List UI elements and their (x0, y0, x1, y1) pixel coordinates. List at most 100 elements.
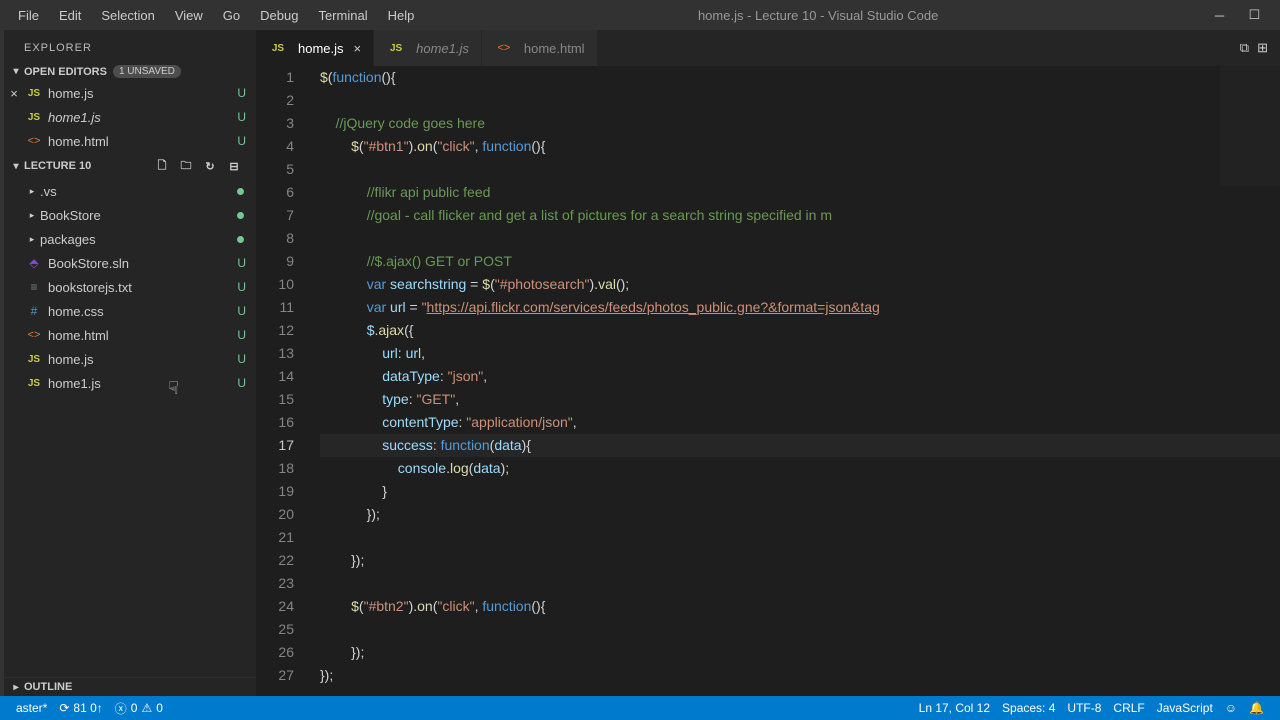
open-editor-item[interactable]: × JS home.js U (4, 81, 256, 105)
file-item[interactable]: ⬘ BookStore.slnU (4, 251, 256, 275)
status-badge: U (237, 134, 246, 148)
outline-header[interactable]: ▸ OUTLINE (4, 677, 256, 696)
errors-count[interactable]: ⓧ 0 ⚠ 0 (109, 700, 169, 717)
status-badge: U (237, 86, 246, 100)
project-label: LECTURE 10 (24, 160, 91, 172)
file-label: home1.js (48, 110, 256, 125)
html-icon: <> (24, 329, 44, 341)
window-title: home.js - Lecture 10 - Visual Studio Cod… (424, 8, 1212, 23)
folder-label: BookStore (40, 208, 256, 223)
file-item[interactable]: <>home.htmlU (4, 323, 256, 347)
menu-view[interactable]: View (165, 0, 213, 30)
menu-go[interactable]: Go (213, 0, 250, 30)
project-header[interactable]: ▾ LECTURE 10 🗋 🗀 ↻ ⊟ (4, 153, 256, 179)
html-icon: <> (494, 42, 514, 54)
file-label: home.css (48, 304, 256, 319)
sidebar: EXPLORER ▾ OPEN EDITORS 1 UNSAVED × JS h… (4, 30, 256, 696)
js-icon: JS (24, 378, 44, 389)
statusbar: aster* ⟳ 81 0↑ ⓧ 0 ⚠ 0 Ln 17, Col 12 Spa… (0, 696, 1280, 720)
chevron-right-icon: ▸ (24, 234, 40, 245)
js-icon: JS (386, 43, 406, 54)
language-mode[interactable]: JavaScript (1151, 701, 1219, 715)
file-label: BookStore.sln (48, 256, 256, 271)
html-icon: <> (24, 135, 44, 147)
encoding[interactable]: UTF-8 (1061, 701, 1107, 715)
css-icon: # (24, 304, 44, 318)
status-badge: U (237, 110, 246, 124)
js-icon: JS (24, 354, 44, 365)
open-editors-header[interactable]: ▾ OPEN EDITORS 1 UNSAVED (4, 62, 256, 81)
status-badge: U (237, 328, 246, 342)
feedback-icon[interactable]: ☺ (1219, 701, 1243, 715)
tab-label: home.js (298, 41, 344, 56)
file-label: home.js (48, 86, 256, 101)
file-item[interactable]: ≡bookstorejs.txtU (4, 275, 256, 299)
sync-status[interactable]: ⟳ 81 0↑ (53, 701, 108, 715)
code-content[interactable]: $(function(){ //jQuery code goes here $(… (312, 66, 1280, 696)
chevron-right-icon: ▸ (24, 210, 40, 221)
open-editor-item[interactable]: JS home1.js U (4, 105, 256, 129)
git-dot-icon (237, 188, 244, 195)
open-editor-item[interactable]: <> home.html U (4, 129, 256, 153)
chevron-down-icon: ▾ (8, 66, 24, 77)
js-icon: JS (268, 43, 288, 54)
menu-selection[interactable]: Selection (91, 0, 164, 30)
new-file-icon[interactable]: 🗋 (152, 156, 172, 176)
tab-bar: JS home.js × JS home1.js <> home.html ⧉ … (256, 30, 1280, 66)
folder-item[interactable]: ▸.vs (4, 179, 256, 203)
file-item[interactable]: JS home1.jsU (4, 371, 256, 395)
more-icon[interactable]: ⊞ (1257, 40, 1268, 56)
sidebar-title: EXPLORER (4, 30, 256, 62)
tab-home-html[interactable]: <> home.html (482, 30, 598, 66)
git-dot-icon (237, 236, 244, 243)
collapse-icon[interactable]: ⊟ (224, 156, 244, 176)
tab-label: home.html (524, 41, 585, 56)
status-badge: U (237, 376, 246, 390)
minimap[interactable] (1220, 66, 1280, 186)
minimize-icon[interactable]: ─ (1212, 8, 1227, 23)
close-icon[interactable]: × (6, 86, 22, 101)
git-dot-icon (237, 212, 244, 219)
file-item[interactable]: JS home.jsU (4, 347, 256, 371)
file-label: home.html (48, 134, 256, 149)
git-branch[interactable]: aster* (10, 701, 53, 715)
tab-home-js[interactable]: JS home.js × (256, 30, 374, 66)
menu-edit[interactable]: Edit (49, 0, 91, 30)
file-item[interactable]: #home.cssU (4, 299, 256, 323)
folder-label: .vs (40, 184, 256, 199)
split-editor-icon[interactable]: ⧉ (1240, 40, 1249, 56)
chevron-down-icon: ▾ (8, 161, 24, 172)
file-label: bookstorejs.txt (48, 280, 256, 295)
status-badge: U (237, 352, 246, 366)
eol[interactable]: CRLF (1107, 701, 1150, 715)
status-badge: U (237, 280, 246, 294)
file-label: home.js (48, 352, 256, 367)
chevron-right-icon: ▸ (24, 186, 40, 197)
menu-help[interactable]: Help (378, 0, 425, 30)
file-label: home1.js (48, 376, 256, 391)
folder-item[interactable]: ▸packages (4, 227, 256, 251)
folder-label: packages (40, 232, 256, 247)
menu-terminal[interactable]: Terminal (308, 0, 377, 30)
notifications-icon[interactable]: 🔔 (1243, 701, 1270, 715)
open-editors-label: OPEN EDITORS (24, 66, 107, 78)
chevron-right-icon: ▸ (8, 682, 24, 693)
tab-home1-js[interactable]: JS home1.js (374, 30, 482, 66)
menu-debug[interactable]: Debug (250, 0, 308, 30)
js-icon: JS (24, 112, 44, 123)
menubar: File Edit Selection View Go Debug Termin… (0, 0, 1280, 30)
menu-file[interactable]: File (8, 0, 49, 30)
tab-label: home1.js (416, 41, 469, 56)
sln-icon: ⬘ (24, 256, 44, 270)
close-icon[interactable]: × (354, 41, 362, 56)
status-badge: U (237, 256, 246, 270)
editor-area: JS home.js × JS home1.js <> home.html ⧉ … (256, 30, 1280, 696)
new-folder-icon[interactable]: 🗀 (176, 156, 196, 176)
indent-setting[interactable]: Spaces: 4 (996, 701, 1061, 715)
code-editor[interactable]: 1234567891011121314151617181920212223242… (256, 66, 1280, 696)
folder-item[interactable]: ▸BookStore (4, 203, 256, 227)
refresh-icon[interactable]: ↻ (200, 156, 220, 176)
maximize-icon[interactable]: ☐ (1247, 8, 1262, 23)
js-icon: JS (24, 88, 44, 99)
cursor-position[interactable]: Ln 17, Col 12 (913, 701, 996, 715)
